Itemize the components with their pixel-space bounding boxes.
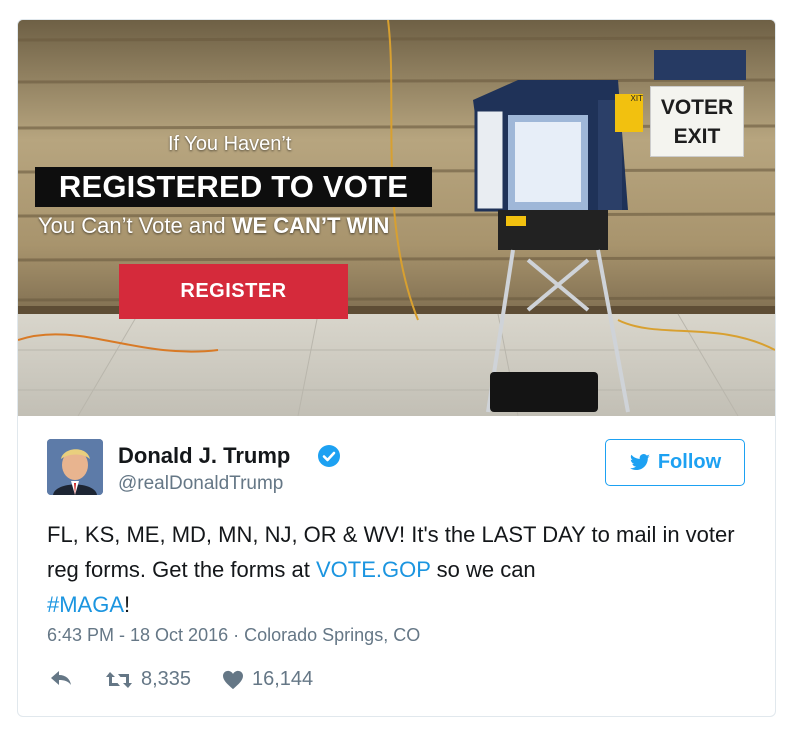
tweet-hashtag[interactable]: #MAGA <box>47 592 124 617</box>
tweet-media-image[interactable]: XIT VOTER EXIT If You Haven’t REGISTERED… <box>18 20 775 416</box>
register-button[interactable]: REGISTER <box>119 264 348 319</box>
tweet-text: FL, KS, ME, MD, MN, NJ, OR & WV! It's th… <box>47 517 747 622</box>
display-name[interactable]: Donald J. Trump <box>118 443 290 469</box>
tweet-text-part3: ! <box>124 592 131 617</box>
like-button[interactable]: 16,144 <box>222 668 313 691</box>
twitter-bird-icon <box>629 453 650 470</box>
retweet-count: 8,335 <box>141 668 192 690</box>
tweet-actions: 8,335 16,144 <box>47 668 447 696</box>
reply-icon <box>51 671 71 685</box>
ad-line-3: You Can’t Vote and WE CAN’T WIN <box>38 213 389 239</box>
ad-headline: REGISTERED TO VOTE <box>35 167 432 207</box>
like-count: 16,144 <box>252 668 314 690</box>
tweet-timestamp[interactable]: 6:43 PM - 18 Oct 2016 <box>47 625 228 645</box>
tweet-link[interactable]: VOTE.GOP <box>316 557 431 582</box>
ad-line-3-a: You Can’t Vote and <box>38 213 232 238</box>
avatar[interactable] <box>47 439 103 495</box>
ad-line-1: If You Haven’t <box>168 133 292 155</box>
meta-separator: · <box>228 625 245 645</box>
ad-line-3-b: WE CAN’T WIN <box>231 213 390 238</box>
ad-overlay: If You Haven’t REGISTERED TO VOTE You Ca… <box>18 20 775 416</box>
tweet-card: XIT VOTER EXIT If You Haven’t REGISTERED… <box>17 19 776 717</box>
verified-badge-icon <box>317 444 341 468</box>
follow-button[interactable]: Follow <box>605 439 745 486</box>
follow-label: Follow <box>657 451 722 473</box>
retweet-icon <box>106 671 132 688</box>
tweet-text-part2: so we can <box>430 557 536 582</box>
avatar-image <box>47 439 103 495</box>
heart-icon <box>223 670 243 689</box>
tweet-location[interactable]: Colorado Springs, CO <box>244 625 420 645</box>
reply-button[interactable] <box>49 668 73 688</box>
user-handle[interactable]: @realDonaldTrump <box>118 473 283 495</box>
retweet-button[interactable]: 8,335 <box>105 668 191 691</box>
tweet-meta: 6:43 PM - 18 Oct 2016 · Colorado Springs… <box>47 625 420 646</box>
